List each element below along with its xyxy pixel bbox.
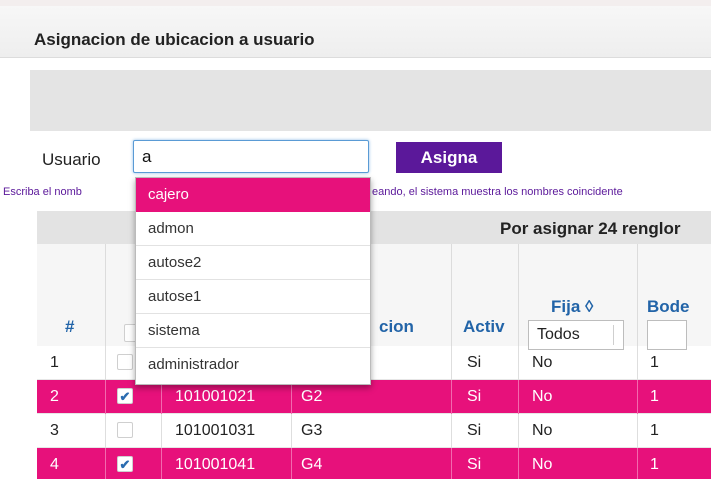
row-fija: No <box>532 354 553 371</box>
row-clave: 101001041 <box>175 456 256 473</box>
autocomplete-option-autose2[interactable]: autose2 <box>136 246 370 280</box>
cell-divider <box>291 414 292 448</box>
autocomplete-dropdown: cajero admon autose2 autose1 sistema adm… <box>135 177 371 385</box>
cell-divider <box>105 448 106 479</box>
grid-left-margin <box>30 211 37 479</box>
row-num: 3 <box>50 422 59 439</box>
row-nombre: G2 <box>301 388 323 405</box>
hint-text-end: eando, el sistema muestra los nombres co… <box>372 186 623 198</box>
grid-count-text: Por asignar 24 renglor <box>500 219 681 238</box>
row-fija: No <box>532 388 553 405</box>
row-checkbox-checked[interactable]: ✔ <box>117 388 133 404</box>
row-fija: No <box>532 456 553 473</box>
row-bodega: 1 <box>650 422 659 439</box>
cell-divider <box>518 380 519 414</box>
row-checkbox[interactable] <box>117 354 133 370</box>
panel-header: Asignacion de ubicacion a usuario <box>0 6 711 58</box>
panel-title: Asignacion de ubicacion a usuario <box>34 30 315 49</box>
header-divider <box>518 244 519 346</box>
header-bodega[interactable]: Bode <box>647 297 690 317</box>
row-activo: Si <box>467 388 482 405</box>
cell-divider <box>451 414 452 448</box>
row-clave: 101001021 <box>175 388 256 405</box>
row-activo: Si <box>467 422 482 439</box>
row-checkbox[interactable] <box>117 422 133 438</box>
usuario-label: Usuario <box>42 150 101 169</box>
row-clave: 101001031 <box>175 422 256 439</box>
cell-divider <box>105 346 106 380</box>
cell-divider <box>291 448 292 479</box>
row-checkbox-checked[interactable]: ✔ <box>117 456 133 472</box>
cell-divider <box>637 414 638 448</box>
select-divider <box>613 325 614 345</box>
autocomplete-option-autose1[interactable]: autose1 <box>136 280 370 314</box>
cell-divider <box>451 346 452 380</box>
header-divider <box>451 244 452 346</box>
row-activo: Si <box>467 456 482 473</box>
row-fija: No <box>532 422 553 439</box>
row-bodega: 1 <box>650 456 659 473</box>
autocomplete-option-cajero[interactable]: cajero <box>136 178 370 212</box>
cell-divider <box>637 380 638 414</box>
header-ubicacion[interactable]: cion <box>379 317 414 337</box>
header-activo[interactable]: Activ <box>463 317 505 337</box>
usuario-input[interactable] <box>133 140 369 173</box>
asigna-button[interactable]: Asigna <box>396 142 502 173</box>
fija-filter-value: Todos <box>537 326 580 343</box>
cell-divider <box>518 346 519 380</box>
row-num: 1 <box>50 354 59 371</box>
autocomplete-option-admon[interactable]: admon <box>136 212 370 246</box>
table-row[interactable]: 4 ✔ 101001041 G4 Si No 1 <box>37 448 711 479</box>
hint-text-start: Escriba el nomb <box>3 186 82 198</box>
row-bodega: 1 <box>650 354 659 371</box>
header-divider <box>637 244 638 346</box>
row-num: 4 <box>50 456 59 473</box>
autocomplete-option-administrador[interactable]: administrador <box>136 348 370 382</box>
cell-divider <box>518 448 519 479</box>
header-num[interactable]: # <box>65 317 74 337</box>
header-divider <box>105 244 106 346</box>
table-row[interactable]: 2 ✔ 101001021 G2 Si No 1 <box>37 380 711 414</box>
row-activo: Si <box>467 354 482 371</box>
row-num: 2 <box>50 388 59 405</box>
cell-divider <box>161 448 162 479</box>
cell-divider <box>161 380 162 414</box>
cell-divider <box>105 380 106 414</box>
cell-divider <box>105 414 106 448</box>
cell-divider <box>451 380 452 414</box>
cell-divider <box>518 414 519 448</box>
cell-divider <box>637 448 638 479</box>
cell-divider <box>637 346 638 380</box>
header-fija[interactable]: Fija ◊ <box>551 297 593 317</box>
table-row[interactable]: 3 101001031 G3 Si No 1 <box>37 414 711 448</box>
row-nombre: G4 <box>301 456 323 473</box>
cell-divider <box>161 414 162 448</box>
toolbar-area <box>30 70 711 131</box>
row-bodega: 1 <box>650 388 659 405</box>
cell-divider <box>291 380 292 414</box>
row-nombre: G3 <box>301 422 323 439</box>
cell-divider <box>451 448 452 479</box>
autocomplete-option-sistema[interactable]: sistema <box>136 314 370 348</box>
